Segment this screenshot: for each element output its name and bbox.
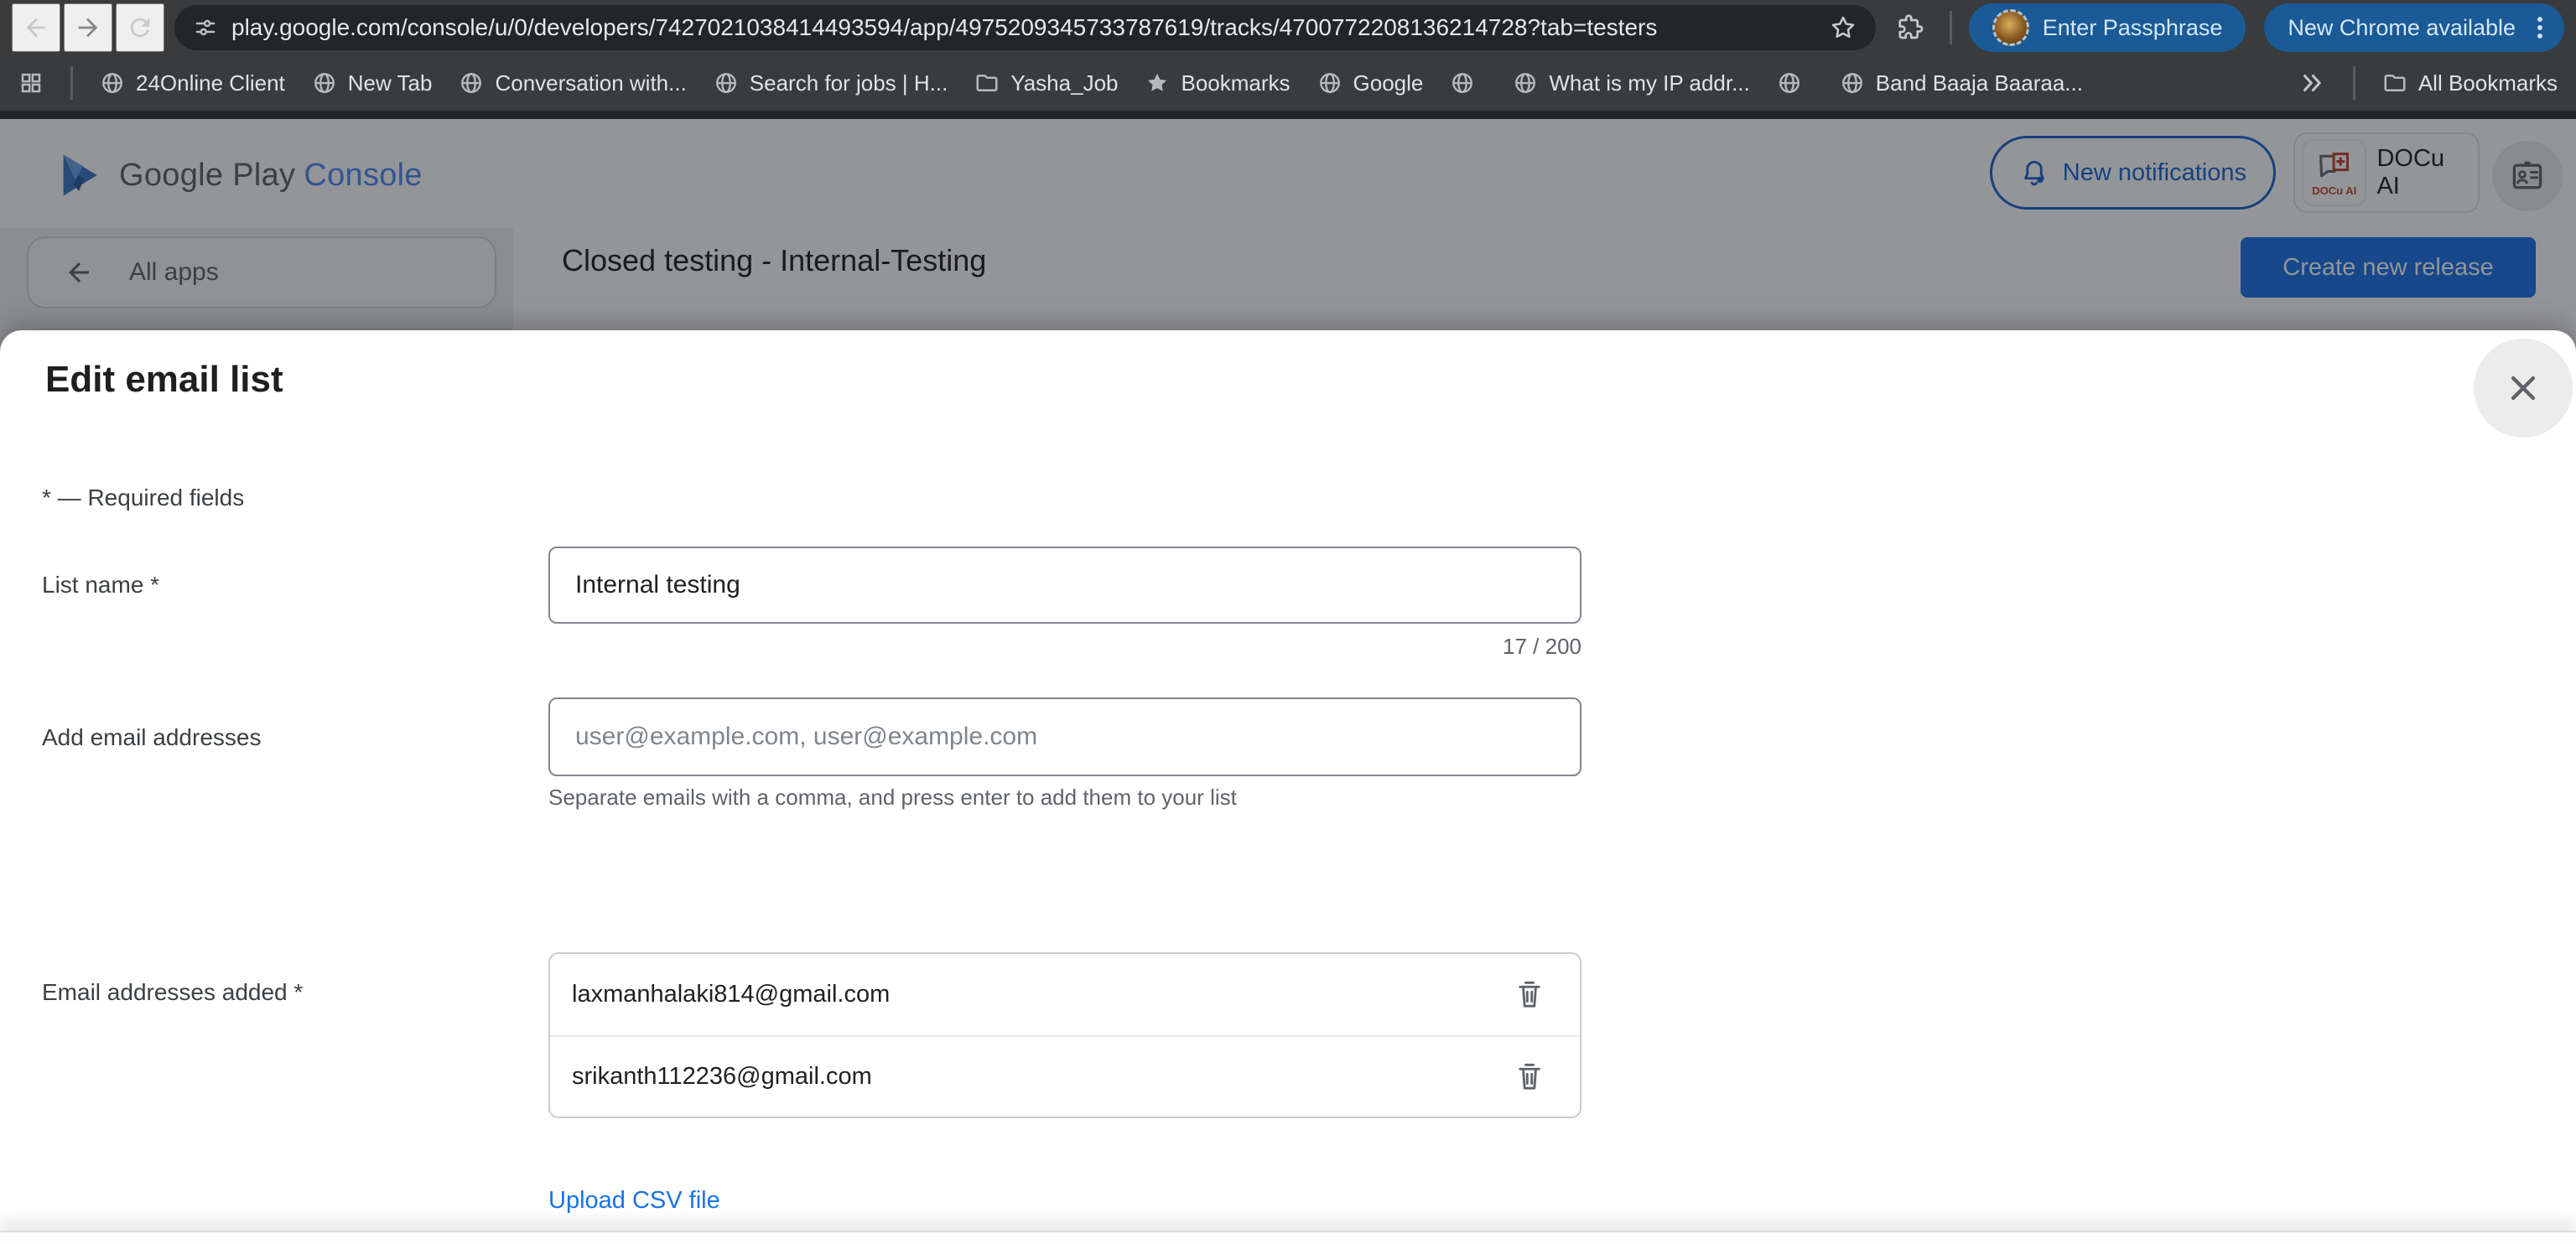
- email-list-item: laxmanhalaki814@gmail.com: [550, 954, 1580, 1035]
- add-email-addresses-label: Add email addresses: [42, 724, 261, 751]
- chrome-bottom-strip: [0, 111, 2576, 119]
- browser-window: play.google.com/console/u/0/developers/7…: [0, 0, 2576, 1244]
- bookmark-label: Bookmarks: [1181, 70, 1290, 96]
- bookmark-item[interactable]: [1777, 70, 1813, 96]
- email-list-item: srikanth112236@gmail.com: [550, 1035, 1580, 1117]
- email-address: laxmanhalaki814@gmail.com: [572, 981, 1508, 1008]
- extensions-icon[interactable]: [1894, 13, 1924, 43]
- bookmark-item[interactable]: New Tab: [312, 70, 433, 96]
- back-arrow-icon: [22, 13, 50, 42]
- email-addresses-added-label: Email addresses added *: [42, 979, 303, 1006]
- bookmark-label: 24Online Client: [136, 70, 285, 96]
- globe-icon: [100, 70, 125, 96]
- reload-button[interactable]: [116, 3, 164, 52]
- bookmarks-divider: [70, 66, 73, 100]
- globe-icon: [1513, 70, 1538, 96]
- browser-toolbar: play.google.com/console/u/0/developers/7…: [0, 0, 2576, 55]
- bookmark-item[interactable]: Band Baaja Baaraa...: [1840, 70, 2083, 96]
- globe-icon: [312, 70, 337, 96]
- close-icon: [2505, 370, 2542, 407]
- all-bookmarks-button[interactable]: All Bookmarks: [2382, 70, 2558, 96]
- new-chrome-label: New Chrome available: [2288, 15, 2516, 41]
- email-address: srikanth112236@gmail.com: [572, 1063, 1508, 1091]
- bookmark-item[interactable]: Yasha_Job: [974, 70, 1118, 96]
- globe-icon: [459, 70, 484, 96]
- bookmark-item[interactable]: Search for jobs | H...: [714, 70, 948, 96]
- globe-icon: [1450, 70, 1475, 96]
- character-counter: 17 / 200: [548, 634, 1581, 660]
- bookmark-label: Band Baaja Baaraa...: [1876, 70, 2083, 96]
- enter-passphrase-button[interactable]: Enter Passphrase: [1969, 3, 2246, 52]
- reload-icon: [126, 13, 154, 42]
- bookmark-label: New Tab: [348, 70, 433, 96]
- new-chrome-available-button[interactable]: New Chrome available: [2264, 3, 2564, 52]
- bookmark-label: Conversation with...: [495, 70, 686, 96]
- bookmark-star-icon[interactable]: [1829, 13, 1857, 42]
- delete-email-button[interactable]: [1508, 973, 1551, 1017]
- bookmark-item[interactable]: [1450, 70, 1486, 96]
- bookmarks-divider-2: [2353, 66, 2355, 100]
- url-text[interactable]: play.google.com/console/u/0/developers/7…: [231, 14, 1815, 41]
- required-fields-note: * — Required fields: [42, 485, 244, 511]
- toolbar-divider: [1950, 11, 1952, 44]
- delete-email-button[interactable]: [1508, 1055, 1551, 1099]
- address-bar[interactable]: play.google.com/console/u/0/developers/7…: [174, 5, 1876, 50]
- added-emails-list: laxmanhalaki814@gmail.com srikanth112236…: [548, 952, 1581, 1118]
- list-name-input[interactable]: [548, 547, 1581, 624]
- add-email-addresses-input[interactable]: [548, 697, 1581, 776]
- upload-csv-link[interactable]: Upload CSV file: [548, 1187, 720, 1215]
- trash-icon: [1514, 977, 1545, 1013]
- apps-grid-icon[interactable]: [18, 70, 44, 96]
- forward-arrow-icon: [74, 13, 102, 42]
- bookmark-item[interactable]: What is my IP addr...: [1513, 70, 1749, 96]
- bookmark-item[interactable]: Google: [1317, 70, 1424, 96]
- browser-menu-icon[interactable]: [2529, 13, 2551, 42]
- email-helper-text: Separate emails with a comma, and press …: [548, 785, 1237, 811]
- site-settings-icon[interactable]: [193, 15, 218, 40]
- globe-icon: [1317, 70, 1343, 96]
- bookmark-label: Google: [1353, 70, 1424, 96]
- forward-button[interactable]: [64, 3, 112, 52]
- bookmark-item[interactable]: Bookmarks: [1145, 70, 1290, 96]
- bookmark-label: What is my IP addr...: [1549, 70, 1749, 96]
- trash-icon: [1514, 1060, 1545, 1095]
- folder-icon: [2382, 70, 2407, 96]
- bookmark-label: Search for jobs | H...: [750, 70, 948, 96]
- globe-icon: [1777, 70, 1802, 96]
- enter-passphrase-label: Enter Passphrase: [2043, 15, 2223, 41]
- bookmark-item[interactable]: Conversation with...: [459, 70, 686, 96]
- globe-icon: [1840, 70, 1865, 96]
- back-button[interactable]: [12, 3, 60, 52]
- bookmarks-bar: 24Online Client New Tab Conversation wit…: [0, 55, 2576, 111]
- bookmark-item[interactable]: 24Online Client: [100, 70, 285, 96]
- edit-email-list-dialog: Edit email list * — Required fields List…: [0, 330, 2576, 1244]
- globe-icon: [714, 70, 739, 96]
- dialog-footer-edge: [0, 1231, 2576, 1244]
- close-dialog-button[interactable]: [2474, 339, 2573, 438]
- star-icon: [1145, 70, 1170, 96]
- bookmark-label: Yasha_Job: [1010, 70, 1118, 96]
- sync-avatar: [1992, 9, 2029, 46]
- list-name-label: List name *: [42, 572, 159, 599]
- folder-icon: [974, 70, 1000, 96]
- all-bookmarks-label: All Bookmarks: [2418, 70, 2558, 96]
- bookmarks-overflow-icon[interactable]: [2298, 69, 2326, 97]
- dialog-title: Edit email list: [45, 359, 283, 401]
